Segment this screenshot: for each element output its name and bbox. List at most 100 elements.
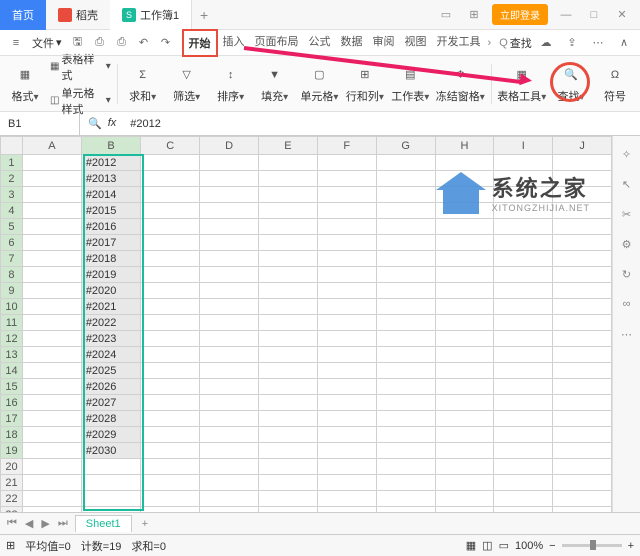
minimize-button[interactable]: — — [556, 9, 576, 21]
cell[interactable] — [376, 347, 435, 363]
cell[interactable] — [141, 427, 200, 443]
cell[interactable] — [317, 283, 376, 299]
cell[interactable] — [200, 347, 259, 363]
cell[interactable] — [376, 155, 435, 171]
grp-sort[interactable]: ↕排序▾ — [212, 64, 250, 104]
cell[interactable] — [258, 155, 317, 171]
tab-formula[interactable]: 公式 — [304, 29, 336, 57]
cell[interactable] — [22, 459, 81, 475]
tab-insert[interactable]: 插入 — [218, 29, 250, 57]
cell[interactable] — [435, 363, 494, 379]
cell[interactable] — [376, 459, 435, 475]
cell[interactable]: #2020 — [81, 283, 140, 299]
cell[interactable]: #2015 — [81, 203, 140, 219]
cell[interactable] — [435, 427, 494, 443]
cell[interactable] — [22, 299, 81, 315]
cell[interactable] — [22, 347, 81, 363]
fx-search-icon[interactable]: 🔍 — [88, 117, 102, 130]
cell[interactable] — [200, 363, 259, 379]
cell[interactable] — [317, 299, 376, 315]
cell[interactable] — [81, 507, 140, 513]
cell[interactable] — [553, 395, 612, 411]
cell[interactable] — [258, 267, 317, 283]
cell[interactable] — [81, 475, 140, 491]
col-header-E[interactable]: E — [258, 137, 317, 155]
cell[interactable] — [435, 219, 494, 235]
cell[interactable] — [200, 459, 259, 475]
cell[interactable] — [376, 203, 435, 219]
cell[interactable] — [141, 475, 200, 491]
side-refresh-icon[interactable]: ↻ — [619, 266, 635, 282]
cell[interactable]: #2024 — [81, 347, 140, 363]
cell[interactable] — [376, 331, 435, 347]
cell[interactable] — [22, 235, 81, 251]
cell[interactable] — [141, 187, 200, 203]
col-header-C[interactable]: C — [141, 137, 200, 155]
cell[interactable] — [258, 171, 317, 187]
cell[interactable] — [258, 491, 317, 507]
cell[interactable]: #2030 — [81, 443, 140, 459]
cell[interactable] — [258, 315, 317, 331]
row-header[interactable]: 1 — [1, 155, 23, 171]
grp-worksheet[interactable]: ▤工作表▾ — [391, 64, 430, 104]
cell[interactable]: #2013 — [81, 171, 140, 187]
cell[interactable] — [494, 155, 553, 171]
cell[interactable] — [200, 283, 259, 299]
cell[interactable] — [141, 251, 200, 267]
cell[interactable] — [141, 347, 200, 363]
cell[interactable] — [317, 331, 376, 347]
row-header[interactable]: 16 — [1, 395, 23, 411]
cell[interactable] — [141, 235, 200, 251]
cell[interactable] — [553, 507, 612, 513]
cell[interactable]: #2014 — [81, 187, 140, 203]
cell[interactable] — [494, 219, 553, 235]
grp-cell[interactable]: ▢单元格▾ — [300, 64, 339, 104]
cell[interactable] — [258, 507, 317, 513]
cell[interactable] — [22, 203, 81, 219]
col-header-G[interactable]: G — [376, 137, 435, 155]
cell[interactable] — [553, 219, 612, 235]
cell[interactable] — [141, 379, 200, 395]
cell[interactable] — [376, 395, 435, 411]
cell[interactable] — [494, 443, 553, 459]
grp-filter[interactable]: ▽筛选▾ — [168, 64, 206, 104]
grp-cell-format[interactable]: ▦格式▾ — [6, 64, 44, 104]
cell[interactable] — [435, 459, 494, 475]
cell[interactable] — [22, 251, 81, 267]
cell[interactable] — [317, 363, 376, 379]
cell[interactable] — [317, 507, 376, 513]
cell[interactable]: #2029 — [81, 427, 140, 443]
cell[interactable] — [553, 443, 612, 459]
cell[interactable] — [317, 427, 376, 443]
cell[interactable] — [22, 315, 81, 331]
cell[interactable] — [376, 219, 435, 235]
cell[interactable]: #2028 — [81, 411, 140, 427]
side-clip-icon[interactable]: ✂ — [619, 206, 635, 222]
login-button[interactable]: 立即登录 — [492, 4, 548, 25]
cell[interactable] — [200, 443, 259, 459]
cell[interactable] — [258, 331, 317, 347]
cell[interactable] — [553, 171, 612, 187]
tab-review[interactable]: 审阅 — [368, 29, 400, 57]
cell[interactable] — [141, 299, 200, 315]
cell[interactable] — [200, 475, 259, 491]
row-header[interactable]: 7 — [1, 251, 23, 267]
cell[interactable] — [22, 363, 81, 379]
row-header[interactable]: 11 — [1, 315, 23, 331]
cell[interactable] — [258, 203, 317, 219]
cell[interactable] — [435, 507, 494, 513]
row-header[interactable]: 18 — [1, 427, 23, 443]
menu-icon[interactable]: ≡ — [6, 33, 26, 53]
cell[interactable] — [553, 459, 612, 475]
cell[interactable] — [200, 171, 259, 187]
cell[interactable] — [317, 411, 376, 427]
row-header[interactable]: 21 — [1, 475, 23, 491]
row-header[interactable]: 8 — [1, 267, 23, 283]
cell[interactable] — [376, 427, 435, 443]
cell[interactable] — [22, 155, 81, 171]
cell[interactable] — [494, 507, 553, 513]
cell[interactable] — [435, 395, 494, 411]
grp-find[interactable]: 🔍查找▾ — [552, 64, 590, 104]
cell[interactable] — [200, 251, 259, 267]
cell[interactable] — [141, 331, 200, 347]
